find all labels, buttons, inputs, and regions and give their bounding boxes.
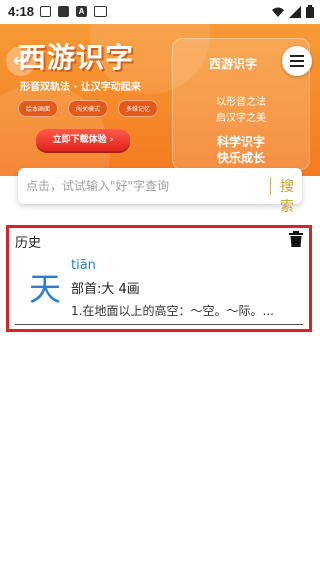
feature-pill: 多维记忆 — [118, 100, 159, 117]
panel-line: 启汉字之美 — [216, 113, 266, 124]
app-icon — [58, 6, 69, 17]
status-indicators — [272, 5, 314, 18]
feature-pill: 绘本画面 — [18, 100, 59, 117]
history-definition: 1.在地面以上的高空：～空。～际。... — [71, 304, 274, 318]
search-bar: 搜索 — [18, 168, 302, 215]
status-bar: 4:18 A — [0, 0, 320, 24]
battery-icon — [306, 5, 314, 18]
search-input[interactable] — [26, 177, 266, 195]
search-divider — [270, 177, 271, 195]
promo-banner[interactable]: 西游识字 形音双轨法 · 让汉字动起来 绘本画面 闯关模式 多维记忆 立即下载体… — [0, 24, 320, 176]
status-time: 4:18 — [8, 4, 35, 19]
back-button[interactable]: ← — [6, 46, 36, 76]
feature-pill: 闯关模式 — [68, 100, 109, 117]
search-button[interactable]: 搜索 — [280, 176, 302, 216]
panel-line: 以形音之法 — [216, 97, 266, 108]
history-pinyin: tiān — [71, 258, 96, 273]
arrow-left-icon: ← — [12, 48, 30, 72]
panel-slogan: 快乐成长 — [216, 151, 265, 165]
menu-button[interactable] — [282, 46, 312, 76]
feature-pills: 绘本画面 闯关模式 多维记忆 — [18, 100, 159, 117]
history-section: 历史 天 tiān 部首:大 4画 1.在地面以上的高空：～空。～际。... — [6, 225, 312, 332]
panel-slogan: 科学识字 — [216, 135, 265, 149]
font-icon: A — [76, 6, 87, 17]
panel-title: 西游识字 — [208, 57, 257, 71]
keyboard-icon — [94, 6, 107, 17]
trash-icon[interactable] — [289, 231, 303, 247]
menu-icon — [290, 55, 304, 67]
notification-icon — [40, 6, 51, 17]
wifi-icon — [272, 7, 284, 17]
history-item[interactable]: 天 tiān 部首:大 4画 1.在地面以上的高空：～空。～际。... — [15, 250, 303, 325]
download-button[interactable]: 立即下载体验 › — [36, 129, 130, 151]
banner-subtitle: 形音双轨法 · 让汉字动起来 — [20, 82, 141, 93]
signal-icon — [289, 5, 301, 18]
history-char: 天 — [29, 270, 62, 308]
history-radical: 部首:大 4画 — [71, 282, 140, 297]
history-title: 历史 — [15, 236, 42, 251]
